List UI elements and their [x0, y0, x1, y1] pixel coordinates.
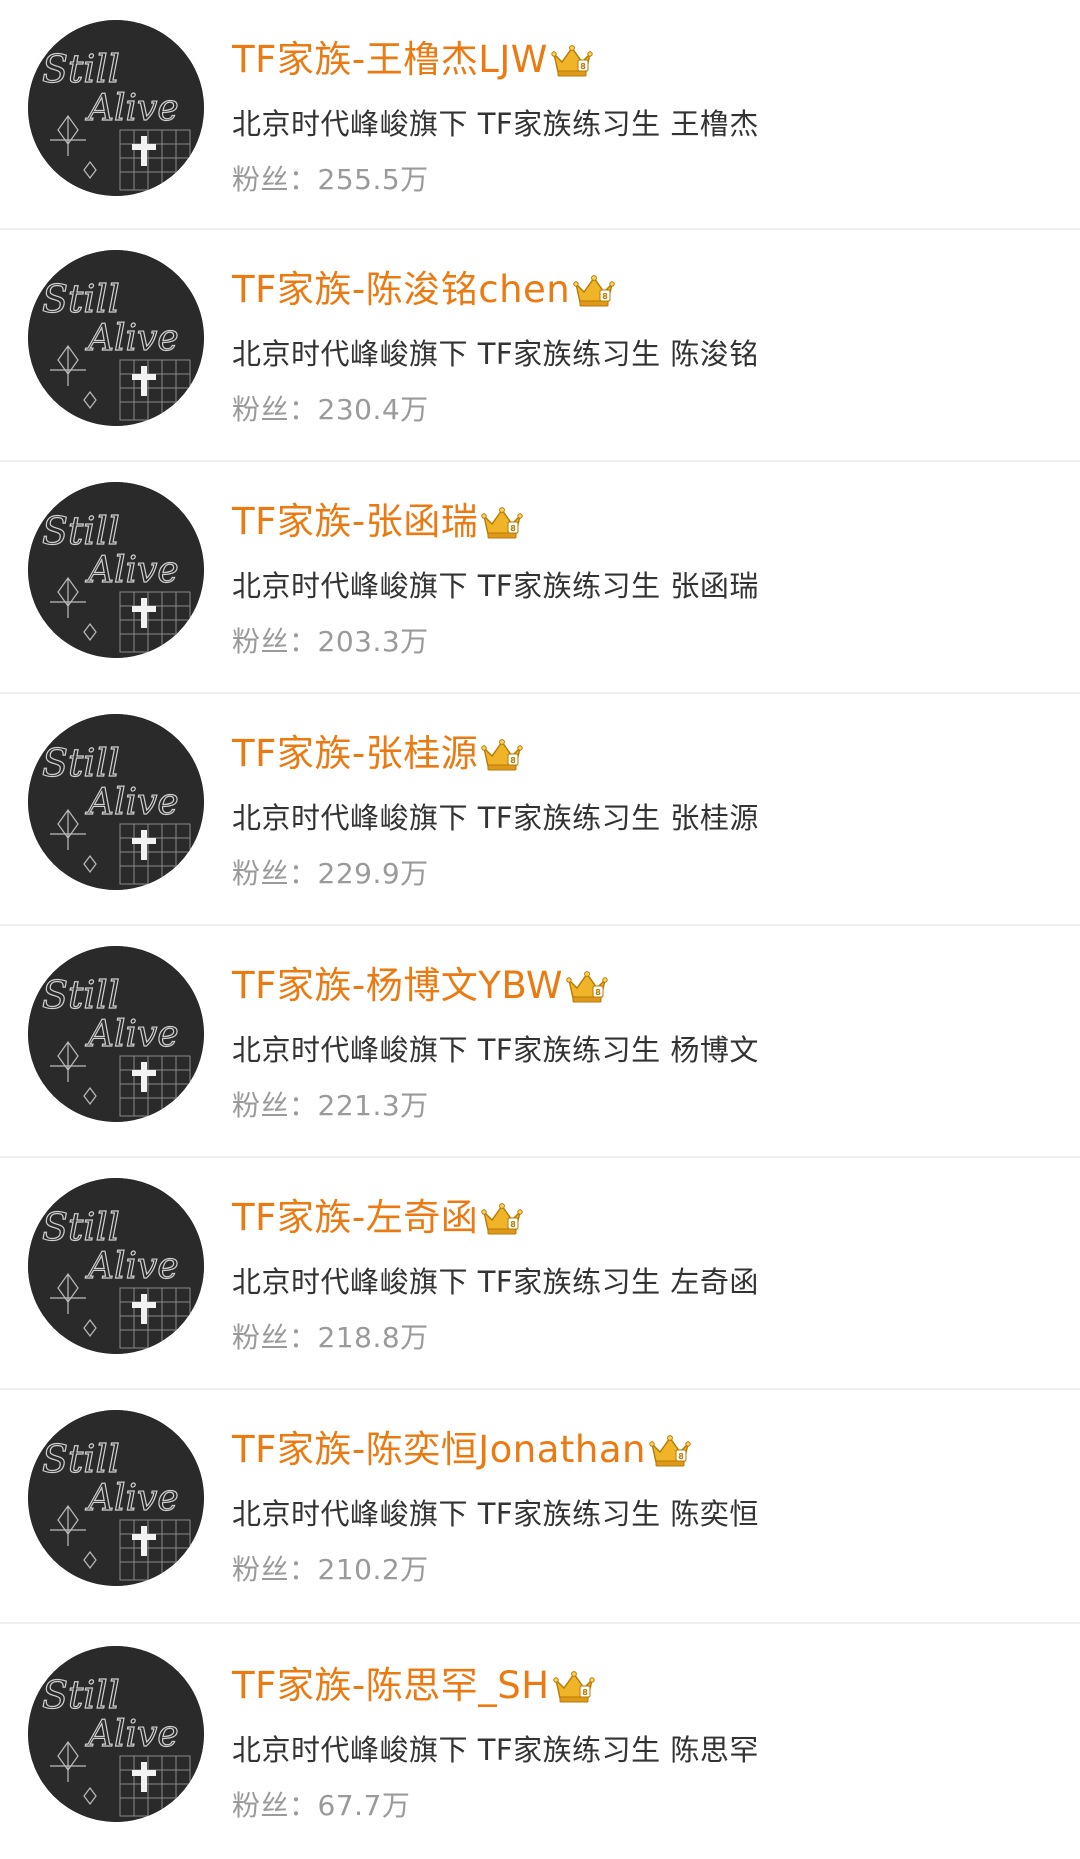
svg-text:Alive: Alive [85, 782, 179, 823]
svg-text:Still: Still [42, 741, 120, 785]
avatar[interactable]: Still Alive [28, 1410, 204, 1586]
fans-label: 粉丝： [232, 1789, 318, 1822]
svg-text:8: 8 [602, 292, 608, 301]
fans-count: 粉丝：218.8万 [232, 1318, 429, 1358]
fans-value: 210.2万 [317, 1553, 429, 1586]
avatar[interactable]: Still Alive [28, 482, 204, 658]
svg-text:8: 8 [510, 756, 516, 765]
fans-label: 粉丝： [232, 1553, 318, 1586]
crown-icon: 8 [550, 42, 594, 78]
fans-count: 粉丝：210.2万 [232, 1550, 429, 1590]
svg-text:Still: Still [42, 1437, 120, 1481]
avatar[interactable]: Still Alive [28, 1646, 204, 1822]
svg-text:Still: Still [42, 509, 120, 553]
fans-label: 粉丝： [232, 625, 318, 658]
fans-count: 粉丝：229.9万 [232, 854, 429, 894]
fans-count: 粉丝：203.3万 [232, 622, 429, 662]
avatar[interactable]: Still Alive [28, 714, 204, 890]
avatar[interactable]: Still Alive [28, 250, 204, 426]
fans-label: 粉丝： [232, 1321, 318, 1354]
account-row[interactable]: Still Alive TF家族-左奇函 8 北京时代峰峻旗下 TF家族练习生 … [0, 1158, 1080, 1390]
account-description: 北京时代峰峻旗下 TF家族练习生 陈奕恒 [232, 1497, 759, 1531]
account-description: 北京时代峰峻旗下 TF家族练习生 陈浚铭 [232, 337, 759, 371]
account-description: 北京时代峰峻旗下 TF家族练习生 左奇函 [232, 1265, 759, 1299]
account-name[interactable]: TF家族-杨博文YBW [232, 960, 563, 1012]
fans-label: 粉丝： [232, 857, 318, 890]
account-name[interactable]: TF家族-左奇函 [232, 1192, 478, 1244]
account-row[interactable]: Still Alive TF家族-陈浚铭chen 8 北京时代峰峻旗下 TF家族… [0, 230, 1080, 462]
account-row[interactable]: Still Alive TF家族-杨博文YBW 8 北京时代峰峻旗下 TF家族练… [0, 926, 1080, 1158]
svg-text:Still: Still [42, 277, 120, 321]
account-row[interactable]: Still Alive TF家族-陈奕恒Jonathan 8 北京时代峰峻旗下 … [0, 1390, 1080, 1622]
avatar[interactable]: Still Alive [28, 1178, 204, 1354]
svg-text:Alive: Alive [85, 1246, 179, 1287]
account-description: 北京时代峰峻旗下 TF家族练习生 杨博文 [232, 1033, 759, 1067]
account-description: 北京时代峰峻旗下 TF家族练习生 张桂源 [232, 801, 759, 835]
avatar[interactable]: Still Alive [28, 20, 204, 196]
account-description: 北京时代峰峻旗下 TF家族练习生 张函瑞 [232, 569, 759, 603]
fans-value: 229.9万 [317, 857, 429, 890]
svg-text:Alive: Alive [85, 550, 179, 591]
fans-value: 230.4万 [317, 393, 429, 426]
svg-text:Still: Still [42, 1205, 120, 1249]
fans-label: 粉丝： [232, 1089, 318, 1122]
account-name-line[interactable]: TF家族-张桂源 8 [232, 728, 524, 780]
fans-label: 粉丝： [232, 393, 318, 426]
account-name-line[interactable]: TF家族-王橹杰LJW 8 [232, 34, 594, 86]
account-name[interactable]: TF家族-张桂源 [232, 728, 478, 780]
crown-icon: 8 [552, 1668, 596, 1704]
account-name-line[interactable]: TF家族-张函瑞 8 [232, 496, 524, 548]
account-name-line[interactable]: TF家族-杨博文YBW 8 [232, 960, 609, 1012]
account-name[interactable]: TF家族-陈奕恒Jonathan [232, 1424, 646, 1476]
crown-icon: 8 [480, 736, 524, 772]
svg-text:Still: Still [42, 973, 120, 1017]
account-name[interactable]: TF家族-张函瑞 [232, 496, 478, 548]
svg-text:Alive: Alive [85, 1478, 179, 1519]
account-name-line[interactable]: TF家族-陈浚铭chen 8 [232, 264, 616, 316]
crown-icon: 8 [480, 504, 524, 540]
fans-value: 218.8万 [317, 1321, 429, 1354]
svg-text:Alive: Alive [85, 88, 179, 129]
account-name-line[interactable]: TF家族-陈奕恒Jonathan 8 [232, 1424, 692, 1476]
svg-text:8: 8 [510, 524, 516, 533]
account-row[interactable]: Still Alive TF家族-陈思罕_SH 8 北京时代峰峻旗下 TF家族练… [0, 1626, 1080, 1858]
account-name-line[interactable]: TF家族-陈思罕_SH 8 [232, 1660, 596, 1712]
svg-text:8: 8 [678, 1452, 684, 1461]
crown-icon: 8 [648, 1432, 692, 1468]
fans-count: 粉丝：67.7万 [232, 1786, 410, 1826]
svg-text:8: 8 [582, 1688, 588, 1697]
fans-value: 221.3万 [317, 1089, 429, 1122]
crown-icon: 8 [572, 272, 616, 308]
fans-count: 粉丝：255.5万 [232, 160, 429, 200]
svg-text:8: 8 [510, 1220, 516, 1229]
fans-count: 粉丝：230.4万 [232, 390, 429, 430]
account-name[interactable]: TF家族-陈思罕_SH [232, 1660, 550, 1712]
account-name-line[interactable]: TF家族-左奇函 8 [232, 1192, 524, 1244]
fans-value: 255.5万 [317, 163, 429, 196]
svg-text:Still: Still [42, 47, 120, 91]
fans-count: 粉丝：221.3万 [232, 1086, 429, 1126]
account-description: 北京时代峰峻旗下 TF家族练习生 陈思罕 [232, 1733, 759, 1767]
account-name[interactable]: TF家族-王橹杰LJW [232, 34, 548, 86]
avatar[interactable]: Still Alive [28, 946, 204, 1122]
crown-icon: 8 [565, 968, 609, 1004]
fans-value: 203.3万 [317, 625, 429, 658]
crown-icon: 8 [480, 1200, 524, 1236]
svg-text:Alive: Alive [85, 1714, 179, 1755]
account-row[interactable]: Still Alive TF家族-张函瑞 8 北京时代峰峻旗下 TF家族练习生 … [0, 462, 1080, 694]
svg-text:8: 8 [595, 988, 601, 997]
fans-value: 67.7万 [317, 1789, 411, 1822]
account-row[interactable]: Still Alive TF家族-王橹杰LJW 8 北京时代峰峻旗下 TF家族练… [0, 0, 1080, 232]
svg-text:Alive: Alive [85, 318, 179, 359]
row-divider [0, 1622, 1080, 1624]
account-row[interactable]: Still Alive TF家族-张桂源 8 北京时代峰峻旗下 TF家族练习生 … [0, 694, 1080, 926]
svg-text:Still: Still [42, 1673, 120, 1717]
account-name[interactable]: TF家族-陈浚铭chen [232, 264, 570, 316]
account-description: 北京时代峰峻旗下 TF家族练习生 王橹杰 [232, 107, 759, 141]
fans-label: 粉丝： [232, 163, 318, 196]
svg-text:Alive: Alive [85, 1014, 179, 1055]
svg-text:8: 8 [580, 62, 586, 71]
